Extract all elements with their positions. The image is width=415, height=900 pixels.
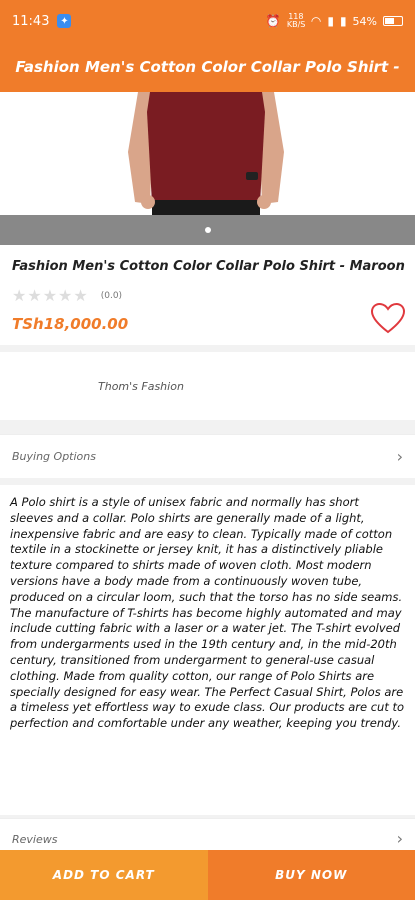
product-name: Fashion Men's Cotton Color Collar Polo S… xyxy=(12,259,405,274)
buying-options-row[interactable]: Buying Options › xyxy=(0,434,415,478)
carousel-pager xyxy=(0,215,415,245)
seller-card[interactable]: Thom's Fashion xyxy=(0,352,415,420)
status-left: 11:43 ✦ xyxy=(12,13,72,29)
rating-count: (0.0) xyxy=(100,290,123,301)
product-price: TSh18,000.00 xyxy=(12,315,129,333)
alarm-icon: ⏰ xyxy=(265,14,281,28)
reviews-label: Reviews xyxy=(12,833,58,846)
bottom-action-bar: ADD TO CART BUY NOW xyxy=(0,850,415,900)
rating-row: ★★★★★ (0.0) xyxy=(12,286,403,305)
product-info: Fashion Men's Cotton Color Collar Polo S… xyxy=(0,245,415,345)
status-right: ⏰ 118 KB/S ◠ ▮ ▮ 54% xyxy=(266,13,403,29)
status-bar: 11:43 ✦ ⏰ 118 KB/S ◠ ▮ ▮ 54% xyxy=(0,0,415,42)
chevron-right-icon: › xyxy=(396,829,403,848)
reviews-row[interactable]: Reviews › xyxy=(0,818,415,850)
pager-dot-active[interactable] xyxy=(204,227,211,233)
notification-icon: ✦ xyxy=(57,14,72,28)
net-speed: 118 KB/S xyxy=(286,12,306,29)
product-image xyxy=(0,92,415,215)
page-title: Fashion Men's Cotton Color Collar Polo S… xyxy=(0,42,415,92)
product-description: A Polo shirt is a style of unisex fabric… xyxy=(0,485,415,815)
signal-icon-2: ▮ xyxy=(339,14,347,28)
buying-options-label: Buying Options xyxy=(12,450,96,463)
buy-now-button[interactable]: BUY NOW xyxy=(207,850,415,900)
product-image-carousel[interactable] xyxy=(0,92,415,215)
heart-icon[interactable] xyxy=(371,303,405,335)
status-time: 11:43 xyxy=(12,13,50,29)
rating-stars: ★★★★★ xyxy=(12,286,89,305)
chevron-right-icon: › xyxy=(396,447,403,466)
signal-icon: ▮ xyxy=(327,14,334,28)
battery-icon xyxy=(383,16,403,26)
battery-percent: 54% xyxy=(352,14,377,28)
add-to-cart-button[interactable]: ADD TO CART xyxy=(0,850,208,900)
wifi-icon: ◠ xyxy=(310,14,322,28)
seller-name: Thom's Fashion xyxy=(98,379,184,393)
